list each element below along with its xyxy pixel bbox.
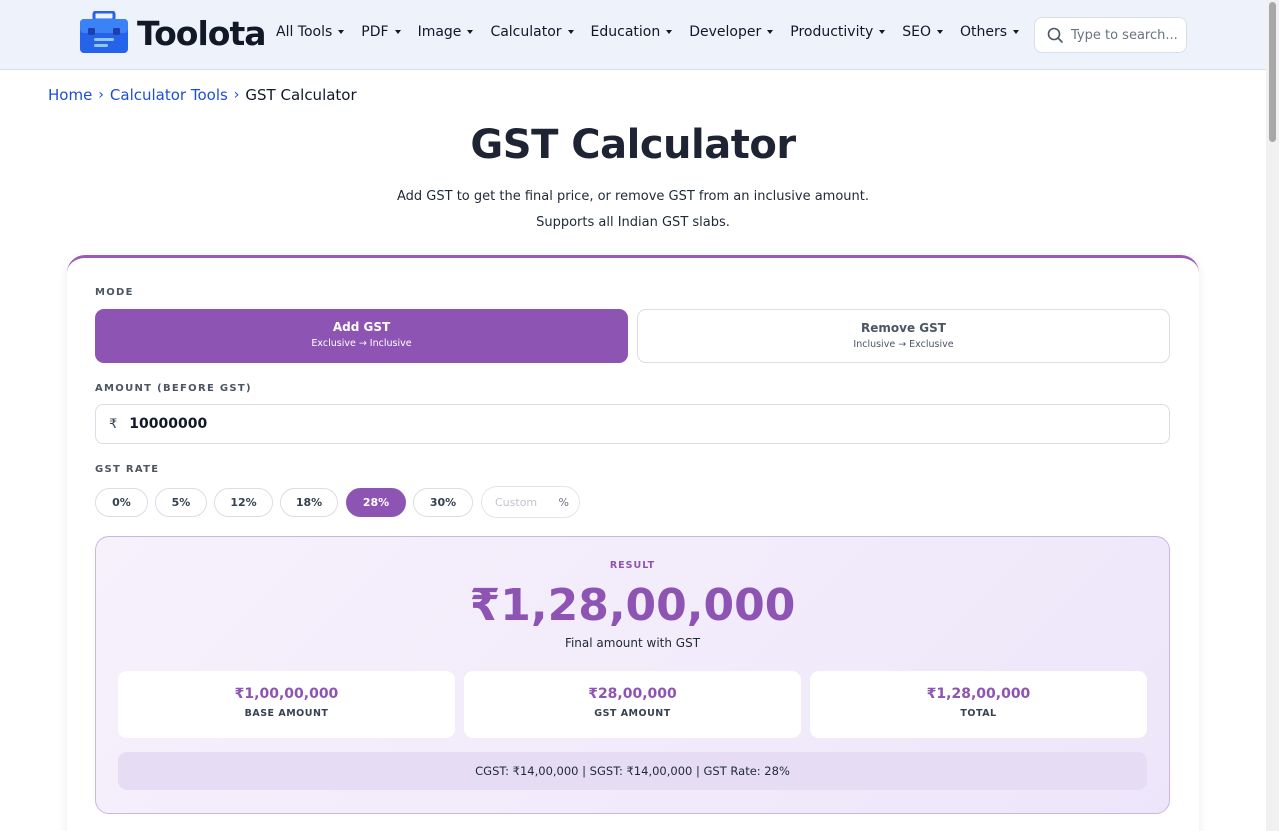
custom-rate-input[interactable] [495, 495, 555, 509]
rupee-icon: ₹ [109, 416, 118, 432]
nav-education[interactable]: Education [591, 24, 673, 40]
result-panel: RESULT ₹1,28,00,000 Final amount with GS… [95, 536, 1170, 814]
breadcrumb-current: GST Calculator [245, 86, 357, 104]
mode-label: MODE [95, 287, 134, 298]
nav-label: Productivity [790, 24, 874, 40]
toolbox-icon [79, 10, 129, 55]
nav-label: All Tools [276, 24, 333, 40]
nav-pdf[interactable]: PDF [361, 24, 401, 40]
amount-value: 10000000 [129, 416, 208, 432]
tax-breakdown: CGST: ₹14,00,000 | SGST: ₹14,00,000 | GS… [118, 752, 1147, 790]
result-caption: Final amount with GST [564, 636, 701, 650]
caret-down-icon [767, 30, 774, 34]
gst-rate-label: GST RATE [95, 464, 160, 475]
nav-label: Education [590, 24, 661, 40]
breadcrumb-calculator-tools[interactable]: Calculator Tools [110, 86, 228, 104]
nav-others[interactable]: Others [960, 24, 1020, 40]
caret-down-icon [394, 30, 401, 34]
caret-down-icon [567, 30, 574, 34]
page-subtitle-line2: Supports all Indian GST slabs. [536, 215, 730, 230]
base-amount-value: ₹1,00,00,000 [234, 686, 339, 702]
nav-productivity[interactable]: Productivity [790, 24, 886, 40]
chevron-right-icon: › [233, 87, 240, 103]
caret-down-icon [467, 30, 474, 34]
rate-12-button[interactable]: 12% [214, 488, 273, 517]
search-input[interactable] [1071, 27, 1181, 43]
result-amount: ₹1,28,00,000 [469, 580, 796, 631]
caret-down-icon [666, 30, 673, 34]
nav-developer[interactable]: Developer [689, 24, 774, 40]
nav-image[interactable]: Image [418, 24, 474, 40]
rate-0-button[interactable]: 0% [95, 488, 148, 517]
custom-rate-field[interactable]: % [481, 486, 580, 518]
page-title: GST Calculator [470, 122, 796, 168]
rate-18-button[interactable]: 18% [280, 488, 338, 517]
nav-all-tools[interactable]: All Tools [276, 24, 345, 40]
amount-input[interactable]: ₹ 10000000 [95, 404, 1170, 444]
total-card: ₹1,28,00,000 TOTAL [810, 671, 1147, 738]
nav-label: Others [960, 24, 1008, 40]
caret-down-icon [338, 30, 345, 34]
nav-calculator[interactable]: Calculator [490, 24, 574, 40]
logo-text: Toolota [137, 13, 266, 53]
base-amount-card: ₹1,00,00,000 BASE AMOUNT [118, 671, 455, 738]
add-gst-button[interactable]: Add GST Exclusive → Inclusive [95, 309, 628, 363]
nav-label: PDF [361, 24, 389, 40]
breadcrumb-home[interactable]: Home [48, 86, 92, 104]
breadcrumb: Home › Calculator Tools › GST Calculator [48, 86, 357, 104]
total-value: ₹1,28,00,000 [926, 686, 1031, 702]
nav-label: SEO [902, 24, 932, 40]
remove-gst-title: Remove GST [861, 321, 946, 335]
site-header: Toolota All Tools PDF Image Calculator E… [0, 0, 1266, 70]
caret-down-icon [879, 30, 886, 34]
result-label: RESULT [609, 560, 656, 571]
remove-gst-button[interactable]: Remove GST Inclusive → Exclusive [637, 309, 1170, 363]
caret-down-icon [937, 30, 944, 34]
gst-amount-value: ₹28,00,000 [588, 686, 677, 702]
scrollbar[interactable] [1266, 0, 1279, 831]
page-subtitle-line1: Add GST to get the final price, or remov… [397, 189, 869, 204]
main-nav: All Tools PDF Image Calculator Education… [276, 24, 1036, 40]
caret-down-icon [1013, 30, 1020, 34]
nav-label: Calculator [490, 24, 562, 40]
scrollbar-thumb[interactable] [1269, 2, 1276, 142]
add-gst-title: Add GST [332, 320, 391, 334]
search-box[interactable] [1034, 17, 1187, 53]
search-icon [1047, 27, 1063, 43]
chevron-right-icon: › [98, 87, 104, 103]
add-gst-subtitle: Exclusive → Inclusive [311, 338, 412, 349]
gst-amount-card: ₹28,00,000 GST AMOUNT [464, 671, 801, 738]
amount-label: AMOUNT (BEFORE GST) [95, 383, 252, 394]
logo[interactable]: Toolota [79, 10, 266, 55]
rate-28-button[interactable]: 28% [346, 488, 406, 517]
rate-30-button[interactable]: 30% [413, 488, 473, 517]
nav-label: Developer [689, 24, 762, 40]
percent-suffix: % [558, 495, 569, 509]
base-amount-label: BASE AMOUNT [244, 708, 329, 719]
remove-gst-subtitle: Inclusive → Exclusive [853, 339, 954, 350]
total-label: TOTAL [960, 708, 997, 719]
nav-seo[interactable]: SEO [902, 24, 944, 40]
rate-5-button[interactable]: 5% [155, 488, 207, 517]
nav-label: Image [417, 24, 462, 40]
gst-amount-label: GST AMOUNT [594, 708, 671, 719]
